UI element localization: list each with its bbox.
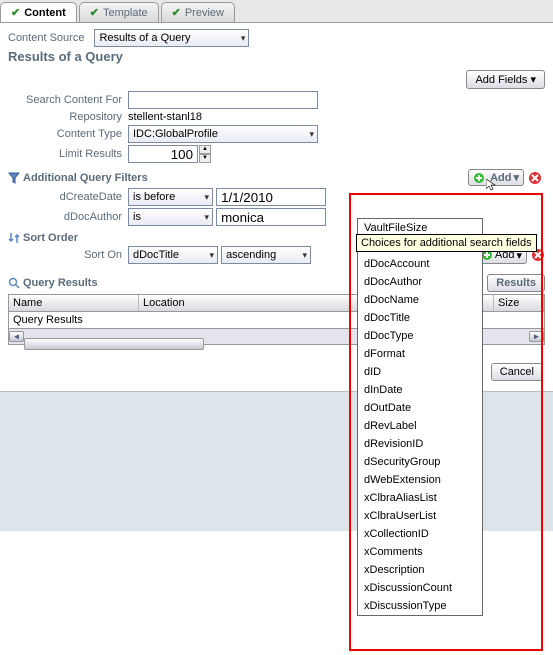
dropdown-item[interactable]: dWebExtension xyxy=(358,471,482,489)
dropdown-item[interactable]: dRevLabel xyxy=(358,417,482,435)
filter-op-select[interactable]: is before xyxy=(128,188,213,206)
dropdown-item[interactable]: xCollectionID xyxy=(358,525,482,543)
cursor-icon xyxy=(486,179,496,191)
tooltip: Choices for additional search fields xyxy=(356,234,537,252)
dropdown-item[interactable]: dDocAccount xyxy=(358,255,482,273)
dropdown-item[interactable]: xDiscussionCount xyxy=(358,579,482,597)
content-type-label: Content Type xyxy=(8,128,128,140)
tab-template[interactable]: ✔ Template xyxy=(79,2,159,22)
tab-label: Template xyxy=(103,7,148,19)
tab-bar: ✔ Content ✔ Template ✔ Preview xyxy=(0,0,553,23)
sort-on-label: Sort On xyxy=(8,249,128,261)
add-fields-button[interactable]: Add Fields ▾ xyxy=(466,70,545,89)
dropdown-item[interactable]: dDocTitle xyxy=(358,309,482,327)
dropdown-item[interactable]: dSecurityGroup xyxy=(358,453,482,471)
dropdown-item[interactable]: xClbraAliasList xyxy=(358,489,482,507)
check-icon: ✔ xyxy=(172,6,181,19)
section-heading: Results of a Query xyxy=(8,49,545,64)
repository-label: Repository xyxy=(8,111,128,123)
dropdown-item[interactable]: xComments xyxy=(358,543,482,561)
sort-dir-select[interactable]: ascending xyxy=(221,246,311,264)
tab-content[interactable]: ✔ Content xyxy=(0,2,77,22)
tab-label: Preview xyxy=(185,7,224,19)
limit-input[interactable] xyxy=(128,145,198,163)
content-source-select[interactable]: Results of a Query xyxy=(94,29,249,47)
dropdown-item[interactable]: dOutDate xyxy=(358,399,482,417)
dropdown-item[interactable]: xDiscussionType xyxy=(358,597,482,615)
dropdown-item[interactable]: dInDate xyxy=(358,381,482,399)
search-for-input[interactable] xyxy=(128,91,318,109)
filter-field-label: dDocAuthor xyxy=(8,211,128,223)
dropdown-item[interactable]: xClbraUserList xyxy=(358,507,482,525)
filter-op-select[interactable]: is xyxy=(128,208,213,226)
filter-value-input[interactable] xyxy=(216,188,326,206)
check-icon: ✔ xyxy=(90,6,99,19)
check-icon: ✔ xyxy=(11,6,20,19)
tab-preview[interactable]: ✔ Preview xyxy=(161,2,235,22)
search-for-label: Search Content For xyxy=(8,94,128,106)
col-name[interactable]: Name xyxy=(9,295,139,311)
delete-icon[interactable] xyxy=(528,171,542,185)
dropdown-item[interactable]: dRevisionID xyxy=(358,435,482,453)
dropdown-item[interactable]: dDocType xyxy=(358,327,482,345)
scroll-left-icon[interactable]: ◄ xyxy=(9,331,24,342)
repository-value: stellent-stanl18 xyxy=(128,111,202,123)
limit-results-stepper[interactable]: ▲▼ xyxy=(128,145,211,163)
limit-results-label: Limit Results xyxy=(8,148,128,160)
spin-down-icon[interactable]: ▼ xyxy=(199,154,211,163)
dropdown-item[interactable]: dID xyxy=(358,363,482,381)
dropdown-item[interactable]: dFormat xyxy=(358,345,482,363)
spin-up-icon[interactable]: ▲ xyxy=(199,145,211,154)
content-type-select[interactable]: IDC:GlobalProfile xyxy=(128,125,318,143)
dropdown-item[interactable]: dDocName xyxy=(358,291,482,309)
dropdown-item[interactable]: dDocAuthor xyxy=(358,273,482,291)
tab-label: Content xyxy=(24,7,66,19)
filter-value-input[interactable] xyxy=(216,208,326,226)
scroll-thumb[interactable] xyxy=(24,338,204,350)
filter-field-label: dCreateDate xyxy=(8,191,128,203)
sort-field-select[interactable]: dDocTitle xyxy=(128,246,218,264)
add-field-dropdown[interactable]: VaultFileSizedCreateDatedDocAccountdDocA… xyxy=(357,218,483,616)
content-source-label: Content Source xyxy=(8,32,94,44)
sort-icon xyxy=(8,232,20,244)
search-icon xyxy=(8,277,20,289)
dropdown-item[interactable]: xDescription xyxy=(358,561,482,579)
funnel-icon xyxy=(8,172,20,184)
filters-header: Additional Query Filters Add▾ xyxy=(8,169,545,186)
plus-icon xyxy=(473,172,485,184)
